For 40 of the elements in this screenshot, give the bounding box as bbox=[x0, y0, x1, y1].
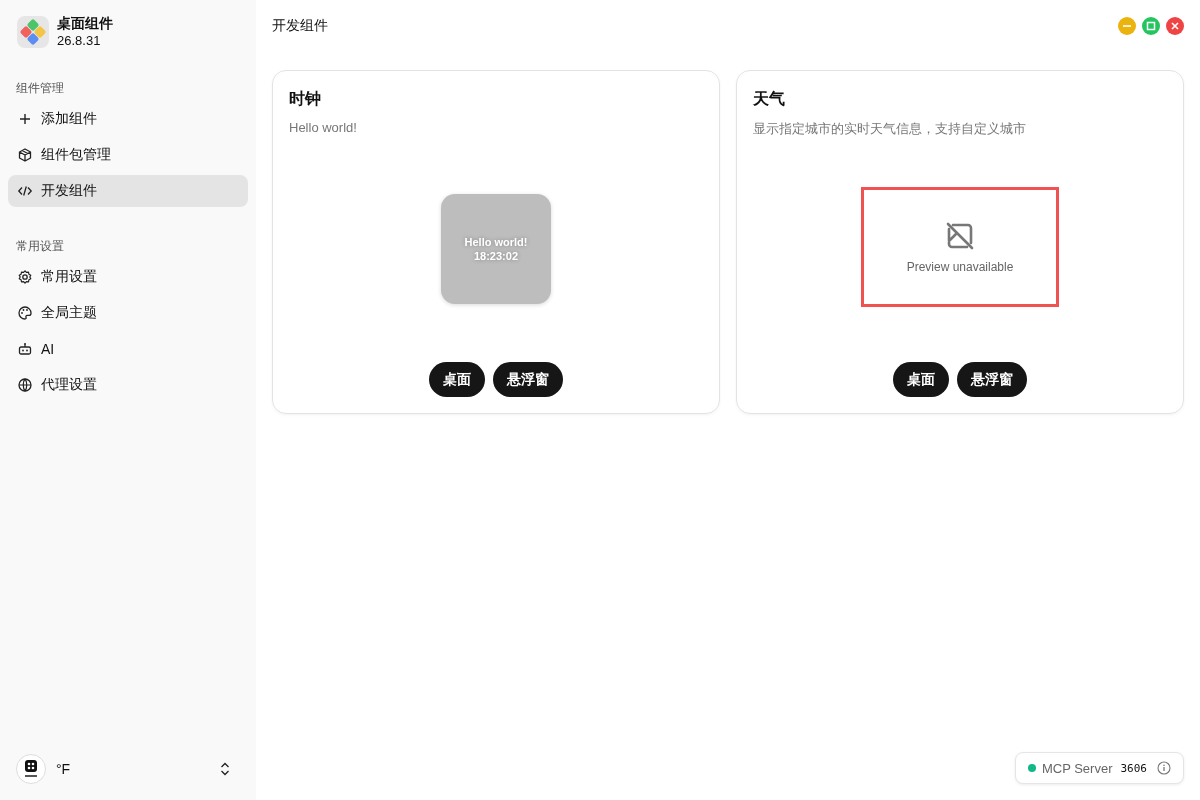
unit-label: °F bbox=[56, 761, 72, 777]
globe-icon bbox=[17, 377, 33, 393]
nav-item[interactable]: 开发组件 bbox=[8, 175, 248, 207]
card-description: Hello world! bbox=[289, 120, 358, 135]
plus-icon bbox=[17, 111, 33, 127]
chevron-updown-icon[interactable] bbox=[220, 762, 230, 776]
box-icon bbox=[17, 147, 33, 163]
port-number: 3606 bbox=[1120, 761, 1147, 775]
nav-item[interactable]: 代理设置 bbox=[8, 369, 248, 401]
info-icon[interactable] bbox=[1157, 761, 1171, 775]
image-off-icon bbox=[944, 220, 976, 252]
robot-icon bbox=[17, 341, 33, 357]
clock-text: Hello world! bbox=[464, 234, 528, 249]
close-button[interactable] bbox=[1166, 16, 1184, 35]
avatar-icon bbox=[16, 754, 46, 784]
mode-button[interactable]: 桌面 bbox=[429, 362, 485, 397]
mode-button[interactable]: 悬浮窗 bbox=[493, 362, 563, 397]
nav-item[interactable]: 组件包管理 bbox=[8, 139, 248, 171]
page-title: 开发组件 bbox=[272, 17, 328, 35]
nav-item[interactable]: 全局主题 bbox=[8, 297, 248, 329]
minimize-icon bbox=[1123, 24, 1131, 27]
settings-icon bbox=[17, 269, 33, 285]
nav-item[interactable]: AI bbox=[8, 333, 248, 365]
card-title: 天气 bbox=[753, 89, 786, 109]
card-title: 时钟 bbox=[289, 89, 322, 109]
app-name: 桌面组件 bbox=[57, 15, 113, 32]
clock-text: 18:23:02 bbox=[473, 248, 518, 263]
maximize-button[interactable] bbox=[1142, 16, 1160, 35]
mode-button[interactable]: 桌面 bbox=[893, 362, 949, 397]
mode-button[interactable]: 悬浮窗 bbox=[957, 362, 1027, 397]
card-description: 显示指定城市的实时天气信息，支持自定义城市 bbox=[753, 120, 1027, 138]
section-heading: 常用设置 bbox=[15, 238, 65, 255]
app-version: 26.8.31 bbox=[57, 32, 102, 49]
section-heading: 组件管理 bbox=[15, 80, 65, 97]
nav-item[interactable]: 添加组件 bbox=[8, 103, 248, 135]
nav-item[interactable]: 常用设置 bbox=[8, 261, 248, 293]
app-logo-icon bbox=[16, 15, 50, 49]
server-label: MCP Server bbox=[1041, 760, 1113, 776]
palette-icon bbox=[17, 305, 33, 321]
preview-unavailable-text: Preview unavailable bbox=[906, 260, 1014, 274]
